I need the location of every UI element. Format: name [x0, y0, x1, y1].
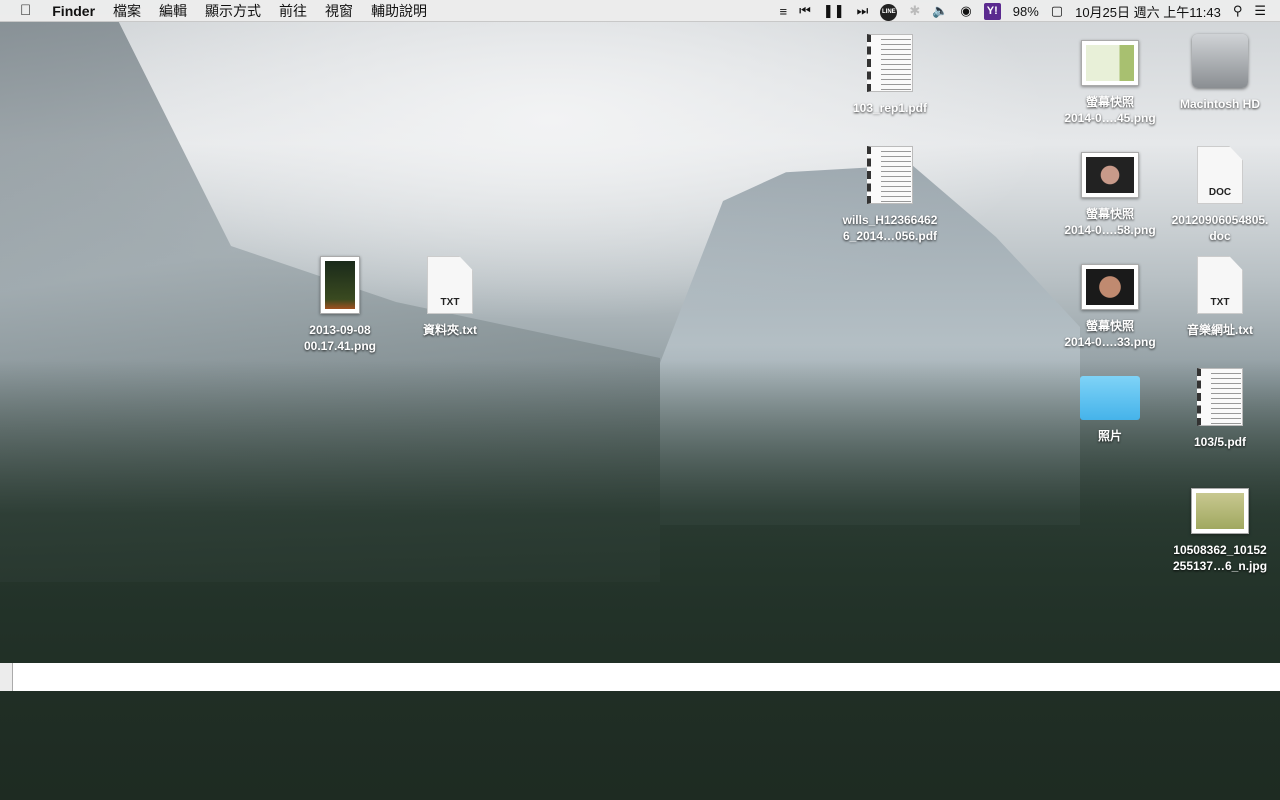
- menu-go[interactable]: 前往: [270, 1, 316, 21]
- desktop-icon-txt[interactable]: TXT 音樂網址.txt: [1165, 256, 1275, 338]
- clock[interactable]: 10月25日 週六 上午11:43: [1069, 2, 1227, 21]
- pause-icon[interactable]: ❚❚: [817, 3, 851, 19]
- image-thumbnail-icon: [320, 256, 360, 314]
- menu-view[interactable]: 顯示方式: [196, 1, 270, 21]
- image-thumbnail-icon: [1081, 264, 1139, 310]
- txt-file-icon: TXT: [427, 256, 473, 314]
- pdf-file-icon: [867, 146, 913, 204]
- file-type-badge: TXT: [440, 297, 460, 308]
- desktop-icon-txt[interactable]: TXT 資料夾.txt: [395, 256, 505, 338]
- image-thumbnail-icon: [1081, 40, 1139, 86]
- battery-percent: 98%: [1012, 3, 1039, 19]
- battery-charging-icon[interactable]: ▢: [1045, 3, 1069, 19]
- spotlight-search-icon[interactable]: ⚲: [1227, 3, 1249, 19]
- menu-window[interactable]: 視窗: [316, 1, 362, 21]
- icon-label: 資料夾.txt: [422, 323, 477, 337]
- desktop-icon-macintosh-hd[interactable]: Macintosh HD: [1165, 34, 1275, 112]
- next-track-icon[interactable]: ⏭: [851, 3, 875, 19]
- icon-label: 螢幕快照 2014-0….58.png: [1064, 207, 1156, 237]
- desktop-icon-screenshot[interactable]: 螢幕快照 2014-0….45.png: [1055, 34, 1165, 126]
- line-app-icon[interactable]: LINE: [874, 1, 903, 21]
- icon-label: 螢幕快照 2014-0….45.png: [1064, 95, 1156, 125]
- yahoo-icon[interactable]: Y!: [978, 2, 1007, 20]
- text-input[interactable]: [12, 663, 1280, 691]
- desktop-icon-pdf[interactable]: wills_H12366462 6_2014…056.pdf: [835, 146, 945, 244]
- wifi-icon[interactable]: ◉: [954, 3, 977, 19]
- apple-menu-icon[interactable]: : [0, 2, 43, 19]
- desktop-icon-folder[interactable]: 照片: [1055, 366, 1165, 444]
- file-type-badge: DOC: [1208, 187, 1232, 198]
- icon-label: 20120906054805. doc: [1171, 213, 1269, 243]
- image-thumbnail-icon: [1081, 152, 1139, 198]
- desktop-icon-screenshot[interactable]: 螢幕快照 2014-0….33.png: [1055, 258, 1165, 350]
- desktop-icon-doc[interactable]: DOC 20120906054805. doc: [1165, 146, 1275, 244]
- icon-label: 103_rep1.pdf: [852, 101, 928, 115]
- previous-track-icon[interactable]: ⏮: [793, 3, 817, 19]
- icon-label: Macintosh HD: [1179, 97, 1260, 111]
- menu-help[interactable]: 輔助說明: [362, 1, 436, 21]
- list-menu-icon[interactable]: ≡: [774, 4, 794, 19]
- pdf-file-icon: [1197, 368, 1243, 426]
- doc-file-icon: DOC: [1197, 146, 1243, 204]
- icon-label: 2013-09-08 00.17.41.png: [303, 323, 377, 353]
- icon-label: 10508362_10152 255137…6_n.jpg: [1172, 543, 1268, 573]
- file-type-badge: TXT: [1210, 297, 1230, 308]
- desktop-icon-pdf[interactable]: 103/5.pdf: [1165, 368, 1275, 450]
- hard-drive-icon: [1192, 34, 1248, 88]
- desktop-icon-image[interactable]: 10508362_10152 255137…6_n.jpg: [1165, 482, 1275, 574]
- bluetooth-icon[interactable]: ✱: [903, 3, 926, 19]
- volume-icon[interactable]: 🔈: [926, 3, 954, 19]
- icon-label: 音樂網址.txt: [1186, 323, 1253, 337]
- desktop-icon-screenshot[interactable]: 2013-09-08 00.17.41.png: [285, 256, 395, 354]
- folder-icon: [1080, 376, 1140, 420]
- text-input-bar: [0, 663, 1280, 691]
- desktop-icon-pdf[interactable]: 103_rep1.pdf: [835, 34, 945, 116]
- menu-app-finder[interactable]: Finder: [43, 3, 104, 19]
- menu-edit[interactable]: 編輯: [150, 1, 196, 21]
- menu-file[interactable]: 檔案: [104, 1, 150, 21]
- icon-label: wills_H12366462 6_2014…056.pdf: [842, 213, 938, 243]
- icon-label: 螢幕快照 2014-0….33.png: [1064, 319, 1156, 349]
- icon-label: 照片: [1097, 429, 1122, 443]
- pdf-file-icon: [867, 34, 913, 92]
- image-thumbnail-icon: [1191, 488, 1249, 534]
- desktop-icon-screenshot[interactable]: 螢幕快照 2014-0….58.png: [1055, 146, 1165, 238]
- icon-label: 103/5.pdf: [1193, 435, 1247, 449]
- notification-center-icon[interactable]: ☰: [1248, 3, 1280, 19]
- menu-bar:  Finder 檔案 編輯 顯示方式 前往 視窗 輔助說明 ≡ ⏮ ❚❚ ⏭ …: [0, 0, 1280, 22]
- txt-file-icon: TXT: [1197, 256, 1243, 314]
